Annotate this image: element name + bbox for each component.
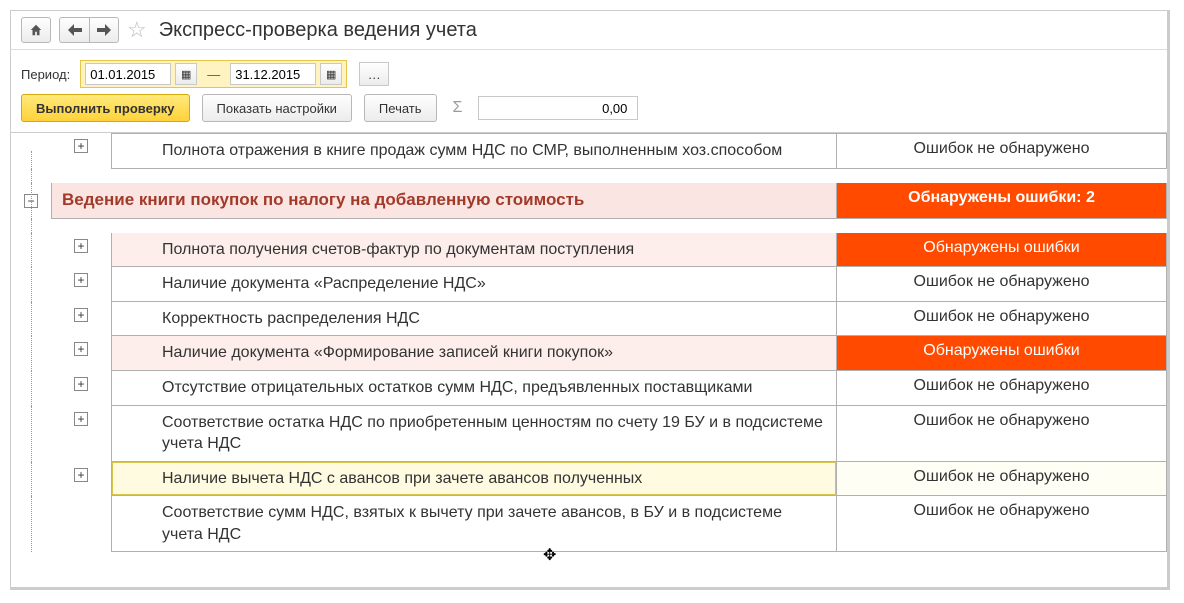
row-status: Ошибок не обнаружено xyxy=(837,406,1167,462)
tree-gutter: + xyxy=(51,133,111,169)
row-status: Ошибок не обнаружено xyxy=(837,302,1167,337)
tree-row[interactable]: + Полнота отражения в книге продаж сумм Н… xyxy=(11,133,1167,169)
run-check-button[interactable]: Выполнить проверку xyxy=(21,94,190,122)
tree-gutter xyxy=(51,496,111,552)
period-dash: — xyxy=(201,67,226,82)
report-tree: + Полнота отражения в книге продаж сумм Н… xyxy=(11,132,1167,552)
tree-row[interactable]: Соответствие сумм НДС, взятых к вычету п… xyxy=(11,496,1167,552)
show-settings-label: Показать настройки xyxy=(217,101,337,116)
row-description: Ведение книги покупок по налогу на добав… xyxy=(51,183,837,219)
row-status: Обнаружены ошибки xyxy=(837,336,1167,371)
row-description: Корректность распределения НДС xyxy=(111,302,837,337)
tree-row[interactable]: + Отсутствие отрицательных остатков сумм … xyxy=(11,371,1167,406)
expand-icon[interactable]: + xyxy=(74,139,88,153)
row-description: Наличие вычета НДС с авансов при зачете … xyxy=(111,462,837,497)
row-description: Наличие документа «Формирование записей … xyxy=(111,336,837,371)
period-label: Период: xyxy=(21,67,70,82)
forward-button[interactable] xyxy=(89,17,119,43)
row-status: Ошибок не обнаружено xyxy=(837,371,1167,406)
tree-gutter xyxy=(51,169,111,183)
expand-icon[interactable]: + xyxy=(74,377,88,391)
tree-gutter xyxy=(11,302,51,337)
arrow-left-icon xyxy=(68,24,82,36)
row-description: Полнота получения счетов-фактур по докум… xyxy=(111,233,837,268)
calendar-icon: ▦ xyxy=(326,68,336,81)
tree-gutter xyxy=(11,267,51,302)
collapse-icon[interactable]: − xyxy=(24,194,38,208)
sigma-icon: Σ xyxy=(449,99,467,117)
row-status: Ошибок не обнаружено xyxy=(837,462,1167,497)
tree-gutter xyxy=(51,219,111,233)
tree-gutter: + xyxy=(51,462,111,497)
tree-row[interactable]: + Соответствие остатка НДС по приобретенн… xyxy=(11,406,1167,462)
expand-icon[interactable]: + xyxy=(74,239,88,253)
sum-input[interactable] xyxy=(478,96,638,120)
row-status xyxy=(837,169,1167,183)
home-icon xyxy=(29,23,43,37)
tree-gutter xyxy=(11,233,51,268)
show-settings-button[interactable]: Показать настройки xyxy=(202,94,352,122)
row-status: Ошибок не обнаружено xyxy=(837,267,1167,302)
period-more-button[interactable]: … xyxy=(359,62,389,86)
tree-gutter xyxy=(11,336,51,371)
back-button[interactable] xyxy=(59,17,89,43)
expand-icon[interactable]: + xyxy=(74,342,88,356)
tree-gutter xyxy=(11,406,51,462)
tree-gutter xyxy=(11,133,51,169)
calendar-icon: ▦ xyxy=(181,68,191,81)
tree-gutter xyxy=(11,219,51,233)
row-description: Соответствие остатка НДС по приобретенны… xyxy=(111,406,837,462)
page-title: Экспресс-проверка ведения учета xyxy=(155,19,477,42)
tree-gutter xyxy=(11,169,51,183)
tree-row[interactable] xyxy=(11,219,1167,233)
row-description: Полнота отражения в книге продаж сумм НД… xyxy=(111,133,837,169)
tree-gutter: + xyxy=(51,371,111,406)
tree-gutter: + xyxy=(51,302,111,337)
arrow-right-icon xyxy=(97,24,111,36)
tree-row[interactable]: + Наличие вычета НДС с авансов при зачете… xyxy=(11,462,1167,497)
tree-gutter xyxy=(11,462,51,497)
row-description xyxy=(111,219,837,233)
expand-icon[interactable]: + xyxy=(74,412,88,426)
home-button[interactable] xyxy=(21,17,51,43)
row-status xyxy=(837,219,1167,233)
tree-row[interactable]: + Наличие документа «Распределение НДС»Ош… xyxy=(11,267,1167,302)
favorite-star-icon[interactable]: ☆ xyxy=(127,19,147,41)
period-from-input[interactable] xyxy=(85,63,171,85)
tree-gutter: − xyxy=(11,183,51,219)
calendar-to-button[interactable]: ▦ xyxy=(320,63,342,85)
tree-section-row[interactable]: −Ведение книги покупок по налогу на доба… xyxy=(11,183,1167,219)
expand-icon[interactable]: + xyxy=(74,308,88,322)
period-range: ▦ — ▦ xyxy=(80,60,347,88)
tree-gutter: + xyxy=(51,233,111,268)
ellipsis-icon: … xyxy=(368,67,381,82)
row-description: Наличие документа «Распределение НДС» xyxy=(111,267,837,302)
tree-row[interactable] xyxy=(11,169,1167,183)
row-status: Обнаружены ошибки: 2 xyxy=(837,183,1167,219)
expand-icon[interactable]: + xyxy=(74,273,88,287)
row-status: Обнаружены ошибки xyxy=(837,233,1167,268)
calendar-from-button[interactable]: ▦ xyxy=(175,63,197,85)
tree-row[interactable]: + Полнота получения счетов-фактур по доку… xyxy=(11,233,1167,268)
row-status: Ошибок не обнаружено xyxy=(837,496,1167,552)
row-description: Отсутствие отрицательных остатков сумм Н… xyxy=(111,371,837,406)
run-check-label: Выполнить проверку xyxy=(36,101,175,116)
row-status: Ошибок не обнаружено xyxy=(837,133,1167,169)
tree-gutter: + xyxy=(51,336,111,371)
period-to-input[interactable] xyxy=(230,63,316,85)
tree-gutter xyxy=(11,371,51,406)
tree-row[interactable]: + Наличие документа «Формирование записей… xyxy=(11,336,1167,371)
print-label: Печать xyxy=(379,101,422,116)
row-description: Соответствие сумм НДС, взятых к вычету п… xyxy=(111,496,837,552)
row-description xyxy=(111,169,837,183)
tree-gutter xyxy=(11,496,51,552)
tree-gutter: + xyxy=(51,406,111,462)
tree-row[interactable]: + Корректность распределения НДСОшибок не… xyxy=(11,302,1167,337)
print-button[interactable]: Печать xyxy=(364,94,437,122)
tree-gutter: + xyxy=(51,267,111,302)
expand-icon[interactable]: + xyxy=(74,468,88,482)
